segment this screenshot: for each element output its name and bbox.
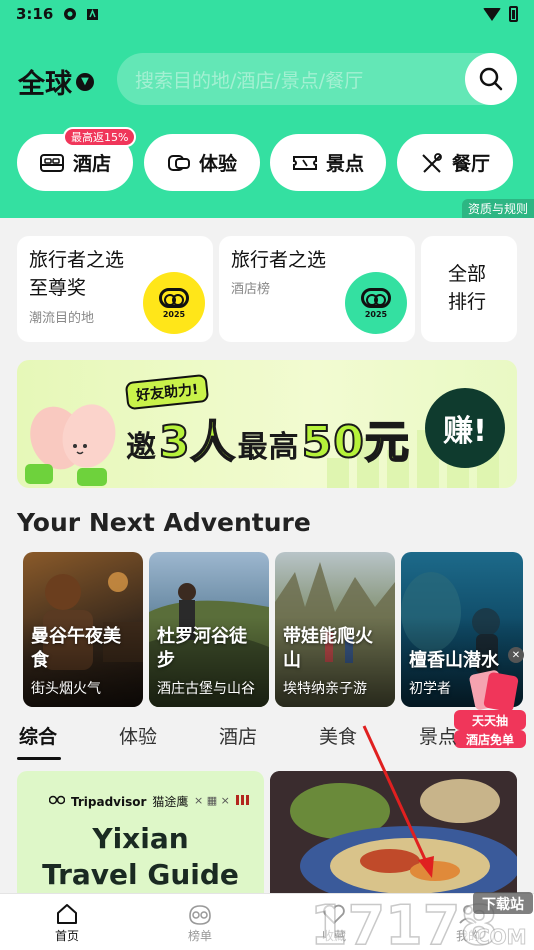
ticket-icon [167,153,191,173]
owl-icon [186,901,214,927]
owl-icon [159,287,189,308]
category-attraction-label: 景点 [325,153,364,175]
annotation-arrow [362,725,434,878]
medal-year: 2025 [162,309,186,319]
adventure-subtitle: 酒庄古堡与山谷 [157,681,255,697]
adventure-card[interactable]: 曼谷午夜美 食 街头烟火气 [23,552,143,707]
adventure-card[interactable]: 带娃能爬火 山 埃特纳亲子游 [275,552,395,707]
category-restaurant-button[interactable]: 餐厅 [397,134,513,191]
active-tab-indicator [17,757,61,760]
category-hotel-label: 酒店 [72,153,111,175]
earn-button[interactable]: 赚! [425,388,505,468]
search-placeholder: 搜索目的地/酒店/景点/餐厅 [135,69,364,92]
adventure-subtitle: 街头烟火气 [31,681,101,697]
promo-max: 最高 [237,430,300,465]
feed-card-guide[interactable]: Tripadvisor 猫途鹰 × ▦ × Yixian Travel Guid… [17,771,264,901]
guide-title-line1: Yixian [92,822,189,855]
all-rankings-line2: 排行 [448,291,487,313]
travelers-choice-medal: 2025 [143,272,205,334]
hotel-cashback-badge: 最高返15% [63,127,137,147]
guide-title-line2: Travel Guide [42,858,239,891]
utensils-icon [420,152,444,174]
section-title: Your Next Adventure [17,508,311,537]
high-five-hands-illustration [25,404,116,486]
adventure-name-line2: 山 [283,650,301,671]
tab-food[interactable]: 美食 [319,722,357,749]
search-icon [479,67,503,91]
watermark-domain: COM [475,925,527,949]
tripadvisor-logo-icon [48,794,66,809]
notification-status-icon [85,7,99,21]
promo-invite: 邀 [126,430,157,465]
award-card-hotels[interactable]: 旅行者之选 酒店榜 2025 [219,236,415,342]
travelers-choice-medal: 2025 [345,272,407,334]
award-title-line1: 旅行者之选 [231,249,327,271]
search-button[interactable] [465,53,517,105]
header: 3:16 全球 ▼ 搜索目的地/酒店/景点/餐厅 酒店 最高返15% 体验 景点… [0,0,534,218]
adventure-name-line1: 曼谷午夜美 [31,626,121,647]
wifi-icon [483,7,501,21]
status-time: 3:16 [16,5,54,23]
status-bar: 3:16 [0,0,534,28]
award-card-destinations[interactable]: 旅行者之选 至尊奖 潮流目的地 2025 [17,236,213,342]
owl-icon [361,287,391,308]
nav-home-label: 首页 [54,929,79,943]
watermark-number: 17178 [310,894,498,950]
all-rankings-line1: 全部 [448,263,487,285]
award-subtitle: 潮流目的地 [29,311,95,326]
nav-rankings-label: 榜单 [187,929,212,943]
chevron-down-icon: ▼ [76,72,94,91]
feed-brand-name: Tripadvisor [71,794,147,809]
adventure-name-line2: 步 [157,650,175,671]
tab-all[interactable]: 综合 [19,722,57,749]
settings-status-icon [63,7,77,21]
battery-icon [509,6,518,22]
nav-rankings[interactable]: 榜单 [160,894,240,950]
category-experience-label: 体验 [198,153,237,175]
all-rankings-card[interactable]: 全部 排行 [421,236,517,342]
region-label: 全球 [18,69,72,100]
tab-hotel[interactable]: 酒店 [219,722,257,749]
category-experience-button[interactable]: 体验 [144,134,260,191]
site-watermark: 17178 下载站 COM [310,892,533,950]
invite-promo-text: 邀 3人 最高 50元 [126,406,412,470]
partner-logo-icon: × ▦ × [194,793,254,810]
close-icon[interactable]: ✕ [508,647,524,663]
adventure-card[interactable]: 杜罗河谷徒 步 酒庄古堡与山谷 [149,552,269,707]
bed-icon [39,153,65,173]
qualification-rules-link[interactable]: 资质与规则 [461,199,534,218]
nav-home[interactable]: 首页 [27,894,107,950]
watermark-text: 下载站 [482,896,524,913]
promo-amount: 50元 [301,416,410,469]
category-restaurant-label: 餐厅 [451,153,490,175]
region-selector[interactable]: 全球 ▼ [18,62,94,101]
feed-brand-row: Tripadvisor 猫途鹰 × ▦ × [48,793,254,810]
adventure-name-line1: 杜罗河谷徒 [157,626,247,647]
adventure-subtitle: 埃特纳亲子游 [283,681,367,697]
promo-count: 3人 [158,416,236,469]
search-bar[interactable]: 搜索目的地/酒店/景点/餐厅 [117,53,517,105]
svg-text:× ▦ ×: × ▦ × [194,794,230,807]
adventure-subtitle: 初学者 [409,681,451,697]
adventure-name-line2: 食 [31,650,49,671]
home-icon [55,901,79,927]
award-title-line1: 旅行者之选 [29,249,125,271]
category-attraction-button[interactable]: 景点 [270,134,386,191]
feed-partner-name: 猫途鹰 [152,795,189,809]
award-subtitle: 酒店榜 [231,282,271,297]
filter-tabs: 综合 体验 酒店 美食 景点 [0,722,534,756]
attraction-ticket-icon [292,153,318,173]
app-screen: 3:16 全球 ▼ 搜索目的地/酒店/景点/餐厅 酒店 最高返15% 体验 景点… [0,0,534,950]
tab-experience[interactable]: 体验 [119,722,157,749]
medal-year: 2025 [364,309,388,319]
adventure-name-line1: 带娃能爬火 [283,626,373,647]
award-title-line2: 至尊奖 [29,277,87,299]
